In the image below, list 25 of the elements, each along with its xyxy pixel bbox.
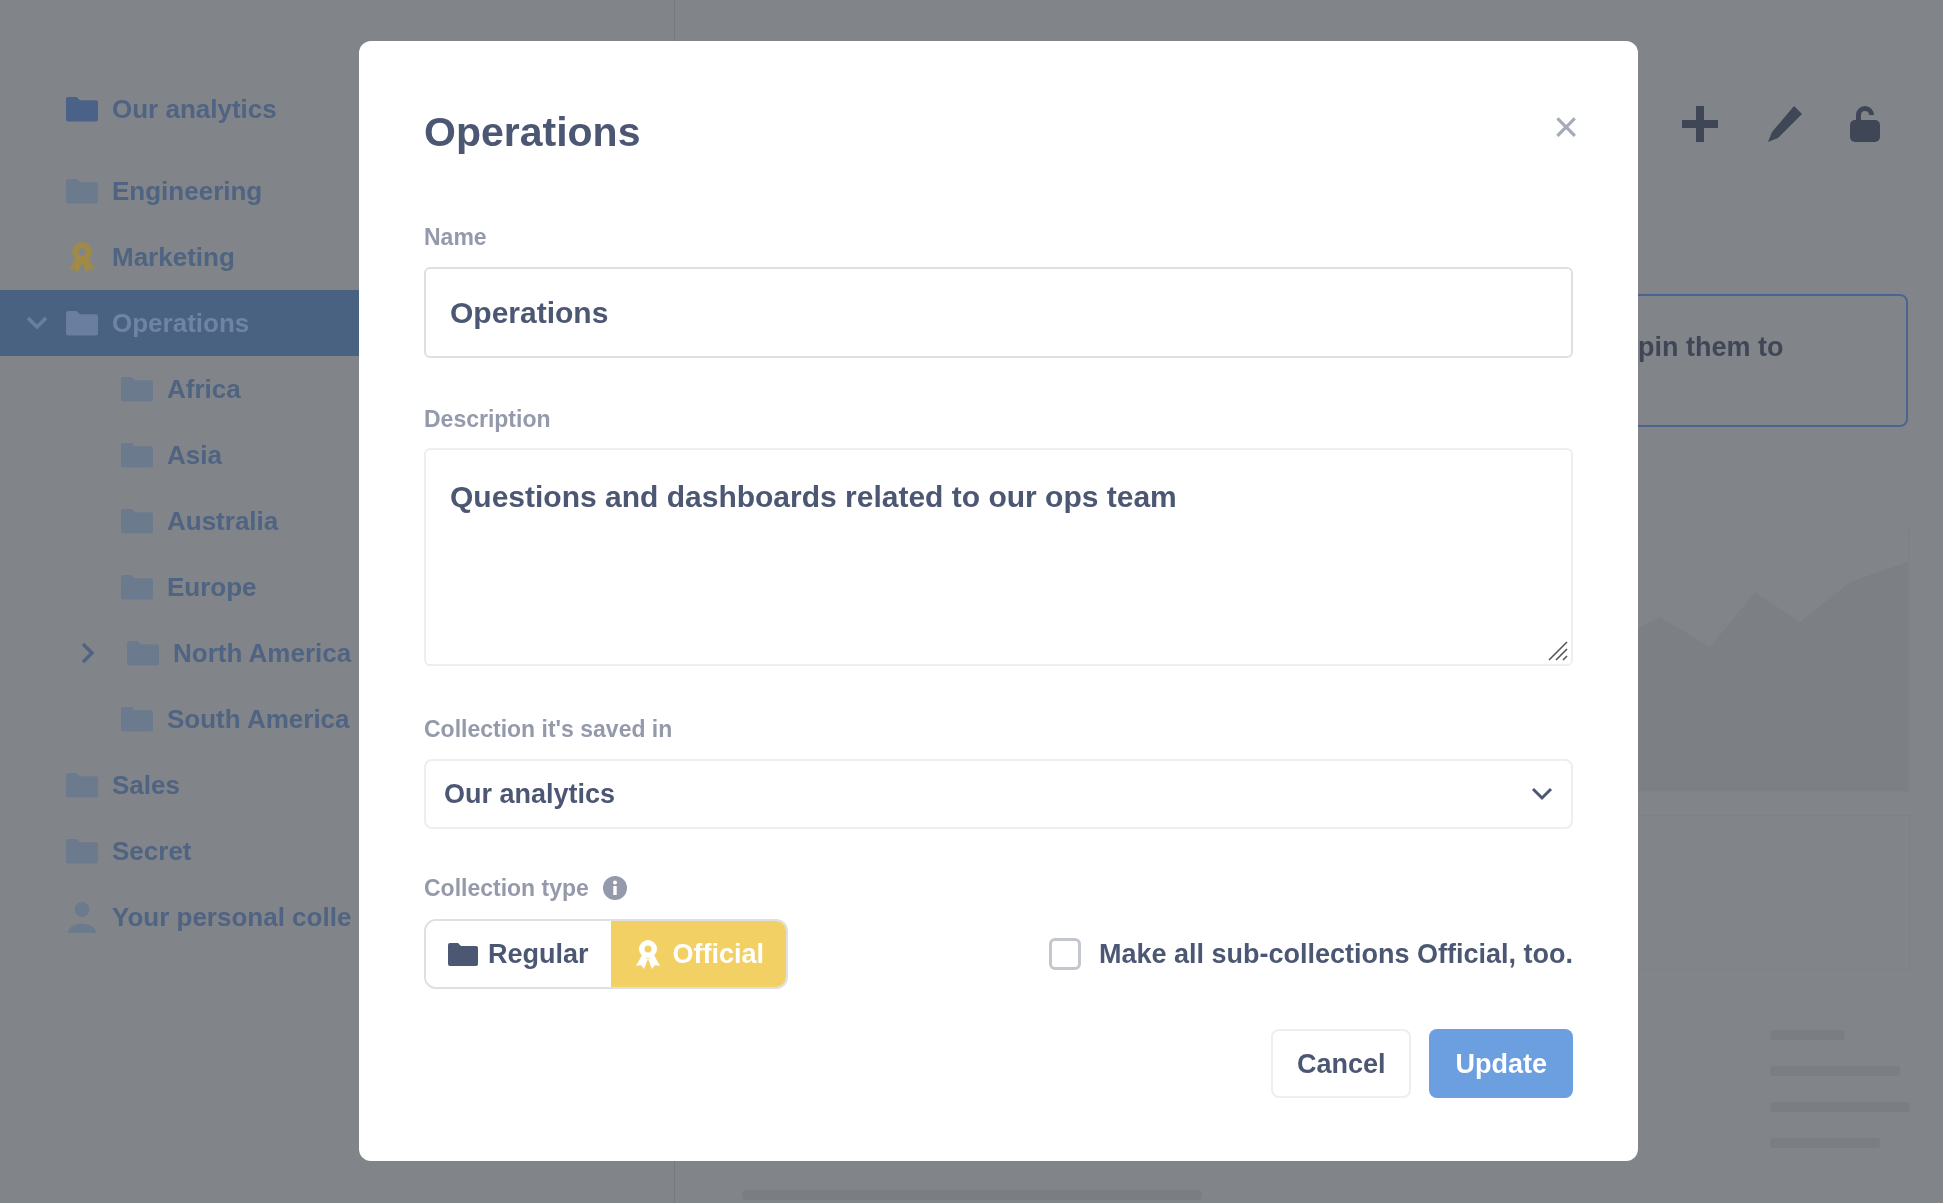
field-label: Collection it's saved in <box>424 715 674 745</box>
update-button[interactable]: Update <box>1429 1029 1573 1099</box>
chevron-right-icon[interactable] <box>81 642 95 664</box>
name-field[interactable]: Operations <box>424 266 1573 358</box>
checkbox[interactable] <box>1048 938 1081 971</box>
checkbox-label: Make all sub-collections Official, too. <box>1098 938 1573 971</box>
folder-icon <box>66 310 98 336</box>
info-icon[interactable] <box>602 876 627 900</box>
chevron-down-icon[interactable] <box>26 316 48 330</box>
add-icon[interactable] <box>1680 104 1720 144</box>
description-field[interactable]: Questions and dashboards related to our ops team <box>424 448 1573 667</box>
field-label: Description <box>424 404 552 434</box>
folder-icon <box>448 942 478 967</box>
dialog-title: Operations <box>424 108 641 157</box>
field-label: Collection type <box>424 873 589 903</box>
collection-select[interactable]: Our analytics <box>424 758 1573 829</box>
cancel-button[interactable]: Cancel <box>1270 1029 1412 1099</box>
folder-icon <box>66 96 98 122</box>
lock-icon[interactable] <box>1848 104 1882 144</box>
award-icon <box>66 241 98 273</box>
field-label: Name <box>424 223 488 253</box>
banner-text: pin them to <box>1638 331 1784 364</box>
type-option[interactable]: Official <box>610 921 787 988</box>
chevron-down-icon <box>1531 786 1553 801</box>
close-button[interactable]: × <box>1553 105 1579 149</box>
